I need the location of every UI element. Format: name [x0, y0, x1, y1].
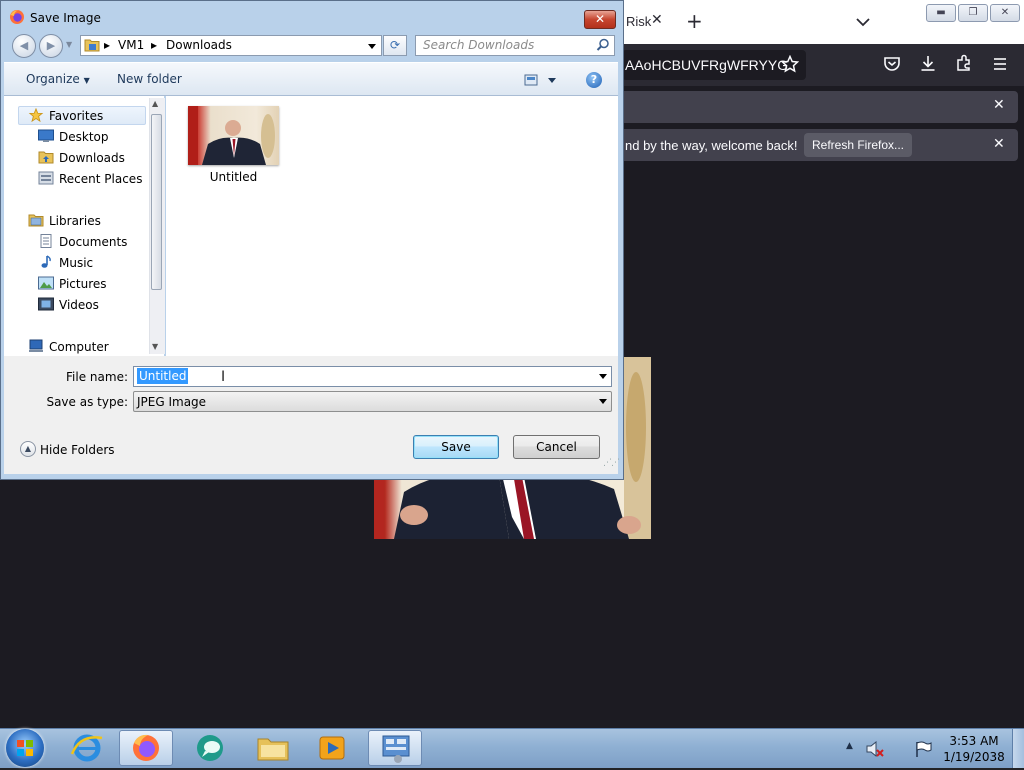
firefox-icon	[133, 734, 159, 761]
close-icon[interactable]: ✕	[993, 97, 1005, 113]
notification-text: nd by the way, welcome back!	[625, 138, 798, 153]
breadcrumb-downloads[interactable]: Downloads	[166, 38, 232, 52]
nav-pictures[interactable]: Pictures	[59, 277, 107, 291]
address-dropdown-icon[interactable]	[368, 44, 376, 49]
downloads-folder-icon	[38, 151, 54, 164]
file-name-value[interactable]: Untitled	[137, 368, 189, 384]
desktop-icon	[38, 129, 54, 142]
bookmark-star-icon[interactable]	[781, 55, 799, 73]
file-name-field-label: File name:	[66, 370, 128, 384]
url-text[interactable]: AAoHCBUVFRgWFRYYG	[625, 57, 788, 73]
dialog-close-button[interactable]: ✕	[584, 10, 616, 29]
documents-icon	[40, 234, 52, 248]
forward-button[interactable]: ▶	[39, 34, 63, 58]
window-close-button[interactable]: ✕	[990, 4, 1020, 22]
file-explorer-icon	[257, 738, 289, 761]
restore-button[interactable]: ❐	[958, 4, 988, 22]
scroll-down-icon[interactable]: ▼	[152, 342, 158, 351]
dialog-title: Save Image	[30, 11, 101, 25]
chat-app-icon	[197, 735, 223, 761]
save-type-dropdown-icon[interactable]	[599, 399, 607, 404]
search-placeholder: Search Downloads	[423, 38, 535, 52]
save-type-field-label: Save as type:	[46, 395, 128, 409]
downloads-icon[interactable]	[919, 54, 937, 72]
taskbar-file-explorer[interactable]	[246, 730, 300, 766]
refresh-icon[interactable]: ⟳	[383, 35, 407, 56]
action-center-flag-icon[interactable]	[914, 741, 932, 757]
refresh-firefox-button[interactable]: Refresh Firefox...	[804, 133, 912, 157]
nav-music[interactable]: Music	[59, 256, 93, 270]
help-icon[interactable]: ?	[586, 72, 602, 88]
new-folder-button[interactable]: New folder	[117, 72, 182, 86]
pictures-icon	[38, 276, 54, 290]
start-button[interactable]	[6, 729, 44, 767]
show-hidden-icons-icon[interactable]: ▲	[846, 741, 853, 751]
nav-computer[interactable]: Computer	[49, 340, 109, 354]
recent-pages-chevron-icon[interactable]: ▼	[66, 40, 72, 49]
breadcrumb-separator-icon[interactable]: ▸	[151, 38, 157, 52]
tab-close-icon[interactable]: ✕	[651, 12, 663, 28]
nav-desktop[interactable]: Desktop	[59, 130, 109, 144]
taskbar-control-panel[interactable]	[368, 730, 422, 766]
change-view-icon[interactable]	[524, 72, 556, 88]
firefox-icon	[10, 10, 24, 24]
file-name-input[interactable]	[133, 366, 612, 387]
breadcrumb-separator-icon[interactable]: ▸	[104, 38, 110, 52]
menu-icon[interactable]	[991, 55, 1009, 73]
folder-icon	[84, 39, 100, 52]
internet-explorer-icon	[70, 734, 103, 762]
star-icon	[28, 108, 44, 122]
music-icon	[41, 255, 51, 268]
resize-grip-icon[interactable]: ⋰⋰	[603, 459, 620, 468]
file-name-dropdown-icon[interactable]	[599, 374, 607, 379]
search-icon[interactable]	[596, 38, 610, 52]
taskbar-chat-app[interactable]	[183, 730, 237, 766]
volume-muted-icon[interactable]	[866, 741, 884, 757]
organize-button[interactable]: Organize ▼	[26, 72, 90, 86]
taskbar-firefox[interactable]	[119, 730, 173, 766]
nav-documents[interactable]: Documents	[59, 235, 127, 249]
videos-icon	[38, 297, 54, 311]
firefox-tab-title[interactable]: Risk	[626, 14, 651, 29]
nav-recent-places[interactable]: Recent Places	[59, 172, 142, 186]
recent-places-icon	[38, 171, 54, 185]
breadcrumb-vm1[interactable]: VM1	[118, 38, 144, 52]
hide-folders-icon[interactable]: ▲	[20, 441, 36, 457]
pocket-icon[interactable]	[883, 55, 901, 73]
clock-time[interactable]: 3:53 AM	[938, 734, 1010, 748]
show-desktop-button[interactable]	[1012, 729, 1024, 768]
organize-label: Organize	[26, 72, 80, 86]
nav-downloads[interactable]: Downloads	[59, 151, 125, 165]
nav-libraries[interactable]: Libraries	[49, 214, 101, 228]
nav-videos[interactable]: Videos	[59, 298, 99, 312]
control-panel-icon	[382, 735, 410, 763]
computer-icon	[29, 339, 43, 352]
clock-date[interactable]: 1/19/2038	[938, 750, 1010, 764]
back-button[interactable]: ◀	[12, 34, 36, 58]
chevron-down-icon[interactable]	[855, 14, 871, 30]
scroll-up-icon[interactable]: ▲	[152, 99, 158, 108]
notification-bar-1	[620, 91, 1018, 123]
cancel-button[interactable]: Cancel	[513, 435, 600, 459]
file-thumbnail[interactable]	[188, 106, 279, 165]
hide-folders-button[interactable]: Hide Folders	[40, 443, 115, 457]
chevron-down-icon: ▼	[83, 76, 90, 85]
save-type-value[interactable]: JPEG Image	[137, 395, 206, 409]
extensions-icon[interactable]	[955, 54, 973, 72]
media-player-icon	[319, 736, 345, 760]
file-name-label[interactable]: Untitled	[188, 170, 279, 184]
nav-scroll-thumb[interactable]	[151, 114, 162, 290]
libraries-icon	[28, 214, 44, 227]
text-cursor-icon: I	[221, 369, 226, 385]
nav-favorites[interactable]: Favorites	[49, 109, 103, 123]
taskbar-internet-explorer[interactable]	[60, 730, 114, 766]
taskbar-media-player[interactable]	[305, 730, 359, 766]
minimize-button[interactable]: ▬	[926, 4, 956, 22]
close-icon[interactable]: ✕	[993, 136, 1005, 152]
save-button[interactable]: Save	[413, 435, 499, 459]
new-tab-icon[interactable]: +	[686, 10, 703, 32]
